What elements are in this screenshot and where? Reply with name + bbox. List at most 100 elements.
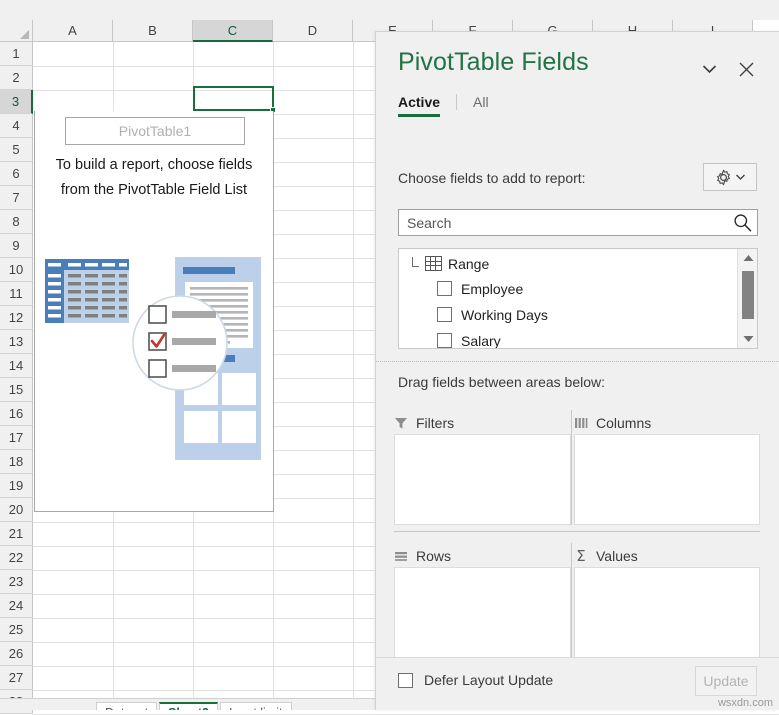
gear-icon bbox=[715, 169, 732, 186]
pivottable-hint-line2: from the PivotTable Field List bbox=[35, 178, 273, 203]
zone-values-header: Σ Values bbox=[574, 545, 760, 567]
column-header-c[interactable]: C bbox=[193, 20, 273, 42]
zone-horizontal-separator bbox=[394, 531, 760, 532]
pivottable-hint-line1: To build a report, choose fields bbox=[35, 153, 273, 178]
row-header-10[interactable]: 10 bbox=[0, 258, 33, 282]
row-header-7[interactable]: 7 bbox=[0, 186, 33, 210]
row-header-25[interactable]: 25 bbox=[0, 618, 33, 642]
zone-columns[interactable]: Columns bbox=[574, 412, 760, 525]
panel-menu-button[interactable] bbox=[697, 58, 721, 80]
row-header-9[interactable]: 9 bbox=[0, 234, 33, 258]
row-header-24[interactable]: 24 bbox=[0, 594, 33, 618]
pivottable-name: PivotTable1 bbox=[65, 117, 245, 145]
field-list-settings-button[interactable] bbox=[703, 163, 757, 191]
close-icon bbox=[739, 62, 754, 77]
zone-filters[interactable]: Filters bbox=[394, 412, 571, 525]
column-header-d[interactable]: D bbox=[273, 20, 353, 42]
drag-fields-label: Drag fields between areas below: bbox=[398, 374, 605, 390]
watermark: wsxdn.com bbox=[718, 697, 773, 709]
zone-values-dropbox[interactable] bbox=[574, 567, 760, 658]
zone-values[interactable]: Σ Values bbox=[574, 545, 760, 658]
active-cell-c3[interactable] bbox=[193, 86, 274, 111]
sigma-icon: Σ bbox=[574, 547, 588, 565]
scrollbar-thumb[interactable] bbox=[742, 271, 754, 319]
row-header-1[interactable]: 1 bbox=[0, 42, 33, 66]
row-header-18[interactable]: 18 bbox=[0, 450, 33, 474]
search-box[interactable] bbox=[398, 209, 758, 236]
rows-icon bbox=[394, 549, 408, 563]
scroll-up-button[interactable] bbox=[738, 249, 758, 267]
zone-filters-dropbox[interactable] bbox=[394, 434, 571, 525]
row-header-22[interactable]: 22 bbox=[0, 546, 33, 570]
row-header-8[interactable]: 8 bbox=[0, 210, 33, 234]
zone-rows-dropbox[interactable] bbox=[394, 567, 571, 658]
row-header-23[interactable]: 23 bbox=[0, 570, 33, 594]
panel-close-button[interactable] bbox=[733, 56, 759, 82]
row-header-2[interactable]: 2 bbox=[0, 66, 33, 90]
select-all-corner[interactable] bbox=[0, 20, 33, 42]
tab-all[interactable]: All bbox=[473, 92, 489, 117]
column-header-b[interactable]: B bbox=[113, 20, 193, 42]
field-list[interactable]: Range Employee Working Days Salary bbox=[398, 248, 758, 349]
sheet-tab-dataset[interactable]: Dataset bbox=[96, 702, 157, 710]
zone-title: Values bbox=[596, 548, 638, 564]
row-header-4[interactable]: 4 bbox=[0, 114, 33, 138]
field-label: Salary bbox=[461, 333, 501, 349]
zone-vertical-separator-bottom bbox=[571, 543, 572, 658]
update-button[interactable]: Update bbox=[695, 666, 757, 696]
collapse-icon[interactable] bbox=[407, 256, 423, 272]
defer-layout-update-checkbox[interactable] bbox=[398, 673, 413, 688]
search-input[interactable] bbox=[399, 210, 727, 235]
column-header-a[interactable]: A bbox=[33, 20, 113, 42]
row-header-13[interactable]: 13 bbox=[0, 330, 33, 354]
row-header-17[interactable]: 17 bbox=[0, 426, 33, 450]
row-header-27[interactable]: 27 bbox=[0, 666, 33, 690]
tab-active[interactable]: Active bbox=[398, 92, 440, 117]
field-item-working-days[interactable]: Working Days bbox=[399, 302, 731, 327]
defer-layout-update-row[interactable]: Defer Layout Update bbox=[398, 672, 553, 688]
panel-tabs: Active All bbox=[398, 92, 489, 124]
triangle-down-icon bbox=[743, 335, 754, 343]
row-header-3[interactable]: 3 bbox=[0, 90, 33, 114]
columns-icon bbox=[574, 416, 588, 430]
field-item-salary[interactable]: Salary bbox=[399, 328, 731, 349]
zone-filters-header: Filters bbox=[394, 412, 571, 434]
pivottable-illustration bbox=[41, 251, 273, 466]
tab-separator bbox=[456, 94, 457, 110]
zone-title: Filters bbox=[416, 415, 454, 431]
field-list-source-row[interactable]: Range bbox=[399, 251, 731, 276]
row-header-14[interactable]: 14 bbox=[0, 354, 33, 378]
pivottable-placeholder[interactable]: PivotTable1 To build a report, choose fi… bbox=[34, 111, 274, 512]
field-label: Working Days bbox=[461, 307, 548, 323]
zone-columns-dropbox[interactable] bbox=[574, 434, 760, 525]
field-checkbox[interactable] bbox=[437, 333, 452, 348]
search-button[interactable] bbox=[727, 213, 757, 232]
row-header-6[interactable]: 6 bbox=[0, 162, 33, 186]
row-header-16[interactable]: 16 bbox=[0, 402, 33, 426]
zone-rows[interactable]: Rows bbox=[394, 545, 571, 658]
zone-vertical-separator-top bbox=[571, 410, 572, 525]
row-header-20[interactable]: 20 bbox=[0, 498, 33, 522]
sheet-tab-sheet2[interactable]: Sheet2 bbox=[159, 702, 218, 710]
sheet-tab-bar[interactable]: DatasetSheet2Input limit bbox=[0, 698, 375, 710]
defer-layout-update-label: Defer Layout Update bbox=[424, 672, 553, 688]
field-checkbox[interactable] bbox=[437, 307, 452, 322]
search-icon bbox=[733, 213, 752, 232]
field-checkbox[interactable] bbox=[437, 281, 452, 296]
panel-title: PivotTable Fields bbox=[398, 48, 589, 77]
grid-vline bbox=[353, 42, 354, 710]
row-header-11[interactable]: 11 bbox=[0, 282, 33, 306]
field-item-employee[interactable]: Employee bbox=[399, 276, 731, 301]
row-header-5[interactable]: 5 bbox=[0, 138, 33, 162]
row-header-19[interactable]: 19 bbox=[0, 474, 33, 498]
filter-funnel-icon bbox=[394, 416, 408, 430]
row-header-12[interactable]: 12 bbox=[0, 306, 33, 330]
choose-fields-label: Choose fields to add to report: bbox=[398, 170, 586, 186]
field-list-scrollbar[interactable] bbox=[737, 249, 757, 348]
zone-columns-header: Columns bbox=[574, 412, 760, 434]
sheet-tab-input-limit[interactable]: Input limit bbox=[220, 702, 292, 710]
row-header-15[interactable]: 15 bbox=[0, 378, 33, 402]
row-header-26[interactable]: 26 bbox=[0, 642, 33, 666]
scroll-down-button[interactable] bbox=[738, 330, 758, 348]
row-header-21[interactable]: 21 bbox=[0, 522, 33, 546]
